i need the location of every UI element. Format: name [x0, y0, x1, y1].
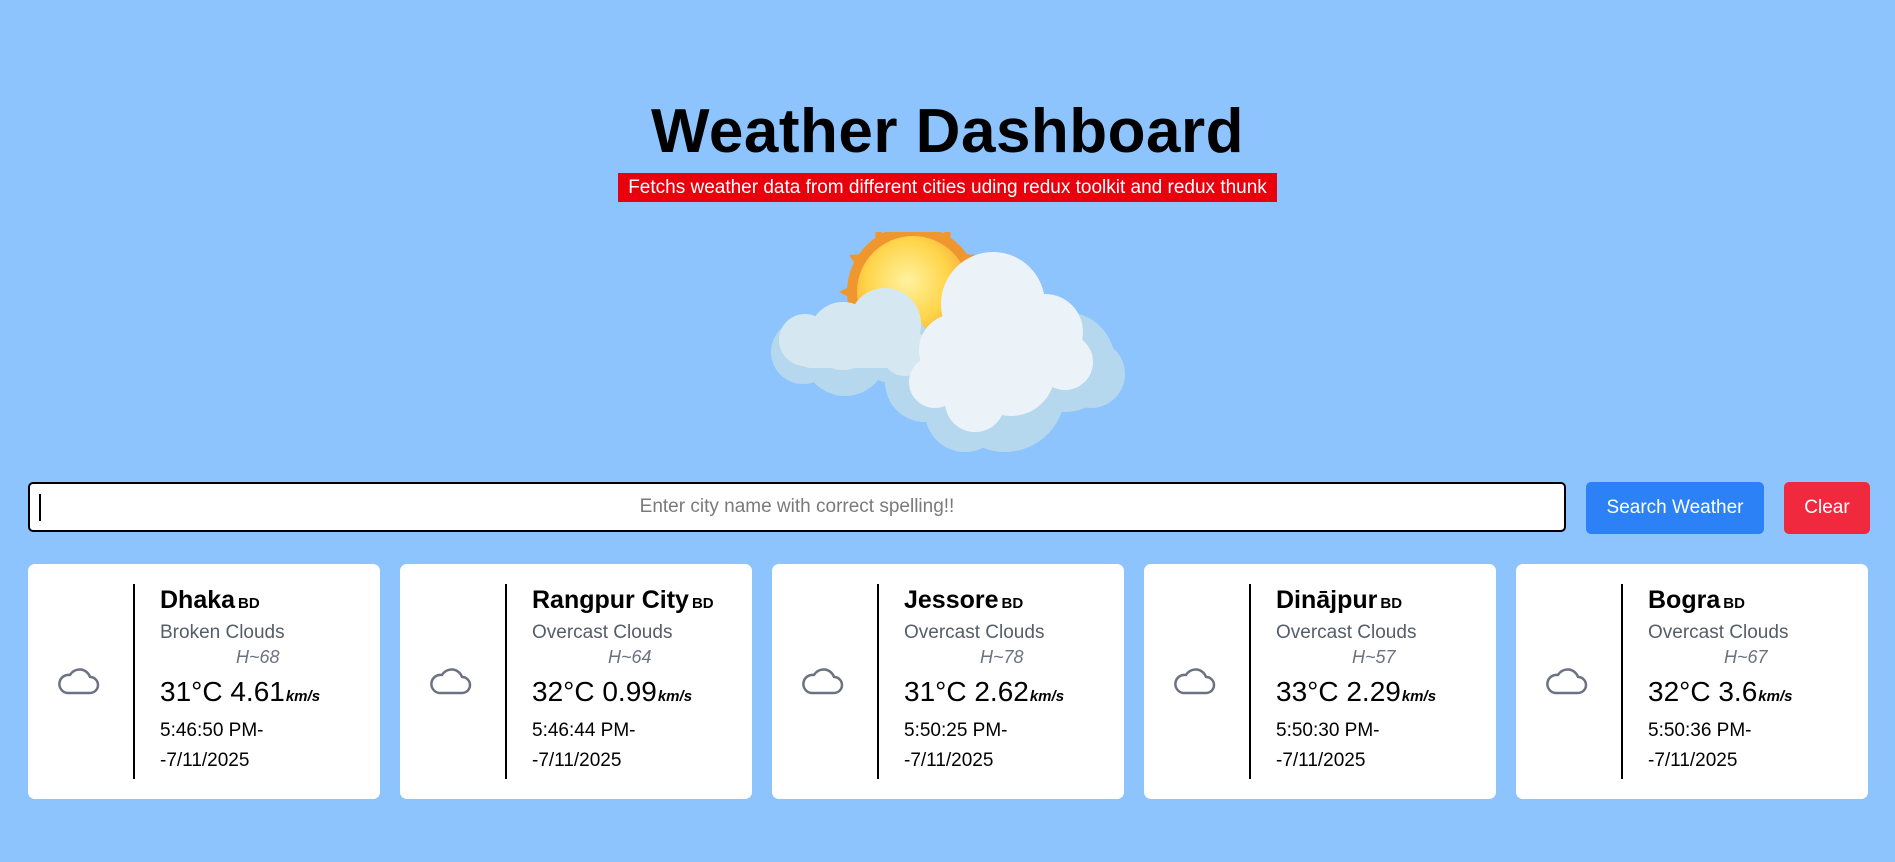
city-name: Dhaka: [160, 586, 236, 614]
search-weather-button[interactable]: Search Weather: [1586, 482, 1764, 534]
card-info: Dhaka BD Broken Clouds H~68 31°C 4.61km/s…: [160, 585, 372, 776]
wind-unit: km/s: [1758, 688, 1793, 705]
wind-speed: 3.6: [1718, 676, 1758, 707]
card-info: Rangpur City BD Overcast Clouds H~64 32°C…: [532, 585, 744, 776]
weather-card[interactable]: Dhaka BD Broken Clouds H~68 31°C 4.61km/s…: [28, 564, 380, 799]
update-time: 5:50:30 PM-: [1276, 720, 1380, 741]
card-info: Bogra BD Overcast Clouds H~67 32°C 3.6km/…: [1648, 585, 1860, 776]
weather-card[interactable]: Dinājpur BD Overcast Clouds H~57 33°C 2.2…: [1144, 564, 1496, 799]
card-info: Dinājpur BD Overcast Clouds H~57 33°C 2.2…: [1276, 585, 1488, 776]
humidity: H~64: [608, 647, 652, 667]
clear-button[interactable]: Clear: [1784, 482, 1870, 534]
card-divider: [505, 584, 507, 779]
city-name-row: Bogra BD: [1648, 585, 1860, 619]
temp-wind-row: 31°C 4.61km/s: [160, 673, 372, 716]
card-divider: [877, 584, 879, 779]
city-name-row: Rangpur City BD: [532, 585, 744, 619]
cloud-icon: [1174, 668, 1216, 695]
wind-speed: 2.62: [974, 676, 1029, 707]
cloud-icon: [58, 668, 100, 695]
wind-speed: 4.61: [230, 676, 285, 707]
temp-wind-row: 31°C 2.62km/s: [904, 673, 1116, 716]
weather-description: Overcast Clouds: [532, 622, 673, 643]
card-divider: [133, 584, 135, 779]
update-date: -7/11/2025: [1648, 750, 1738, 771]
city-search-input[interactable]: [28, 482, 1566, 532]
temperature: 33°C: [1276, 676, 1339, 707]
humidity: H~67: [1724, 647, 1768, 667]
weather-card[interactable]: Rangpur City BD Overcast Clouds H~64 32°C…: [400, 564, 752, 799]
subtitle-container: Fetchs weather data from different citie…: [0, 173, 1895, 202]
city-name: Bogra: [1648, 586, 1721, 614]
wind-unit: km/s: [285, 688, 321, 705]
cloud-icon: [802, 668, 844, 695]
country-code: BD: [238, 595, 260, 612]
wind-unit: km/s: [1401, 688, 1437, 705]
card-divider: [1621, 584, 1623, 779]
weather-description: Overcast Clouds: [904, 622, 1045, 643]
humidity: H~78: [980, 647, 1024, 667]
weather-card[interactable]: Jessore BD Overcast Clouds H~78 31°C 2.62…: [772, 564, 1124, 799]
update-date: -7/11/2025: [532, 750, 622, 771]
city-name: Jessore: [904, 586, 999, 614]
country-code: BD: [1723, 595, 1745, 612]
temp-wind-row: 32°C 0.99km/s: [532, 673, 744, 716]
humidity: H~57: [1352, 647, 1396, 667]
wind-speed: 0.99: [602, 676, 657, 707]
update-date: -7/11/2025: [1276, 750, 1366, 771]
wind-speed: 2.29: [1346, 676, 1401, 707]
wind-unit: km/s: [1029, 688, 1065, 705]
search-bar: Search Weather Clear: [28, 482, 1870, 534]
cloud-icon: [430, 668, 472, 695]
country-code: BD: [1380, 595, 1403, 612]
update-time: 5:46:44 PM-: [532, 720, 636, 741]
city-name-row: Jessore BD: [904, 585, 1116, 619]
weather-cards: Dhaka BD Broken Clouds H~68 31°C 4.61km/s…: [28, 564, 1870, 799]
weather-card[interactable]: Bogra BD Overcast Clouds H~67 32°C 3.6km/…: [1516, 564, 1868, 799]
city-name: Dinājpur: [1276, 586, 1378, 614]
text-caret: [39, 494, 41, 521]
page-subtitle: Fetchs weather data from different citie…: [618, 173, 1277, 202]
update-time: 5:50:25 PM-: [904, 720, 1008, 741]
temperature: 32°C: [532, 676, 595, 707]
card-info: Jessore BD Overcast Clouds H~78 31°C 2.62…: [904, 585, 1116, 776]
temp-wind-row: 32°C 3.6km/s: [1648, 673, 1860, 716]
cloud-icon: [1546, 668, 1588, 695]
weather-description: Overcast Clouds: [1648, 622, 1789, 643]
update-date: -7/11/2025: [160, 750, 250, 771]
city-name-row: Dhaka BD: [160, 585, 372, 619]
update-date: -7/11/2025: [904, 750, 994, 771]
sun-behind-clouds-icon: [771, 232, 1125, 452]
temp-wind-row: 33°C 2.29km/s: [1276, 673, 1488, 716]
country-code: BD: [1001, 595, 1024, 612]
update-time: 5:46:50 PM-: [160, 720, 264, 741]
weather-description: Overcast Clouds: [1276, 622, 1417, 643]
city-name: Rangpur City: [532, 586, 689, 614]
update-time: 5:50:36 PM-: [1648, 720, 1752, 741]
page-title: Weather Dashboard: [650, 97, 1245, 166]
city-name-row: Dinājpur BD: [1276, 585, 1488, 619]
weather-description: Broken Clouds: [160, 622, 285, 643]
wind-unit: km/s: [657, 688, 693, 705]
temperature: 31°C: [160, 676, 223, 707]
card-divider: [1249, 584, 1251, 779]
country-code: BD: [691, 595, 714, 612]
temperature: 31°C: [904, 676, 967, 707]
humidity: H~68: [236, 647, 280, 667]
temperature: 32°C: [1648, 676, 1711, 707]
